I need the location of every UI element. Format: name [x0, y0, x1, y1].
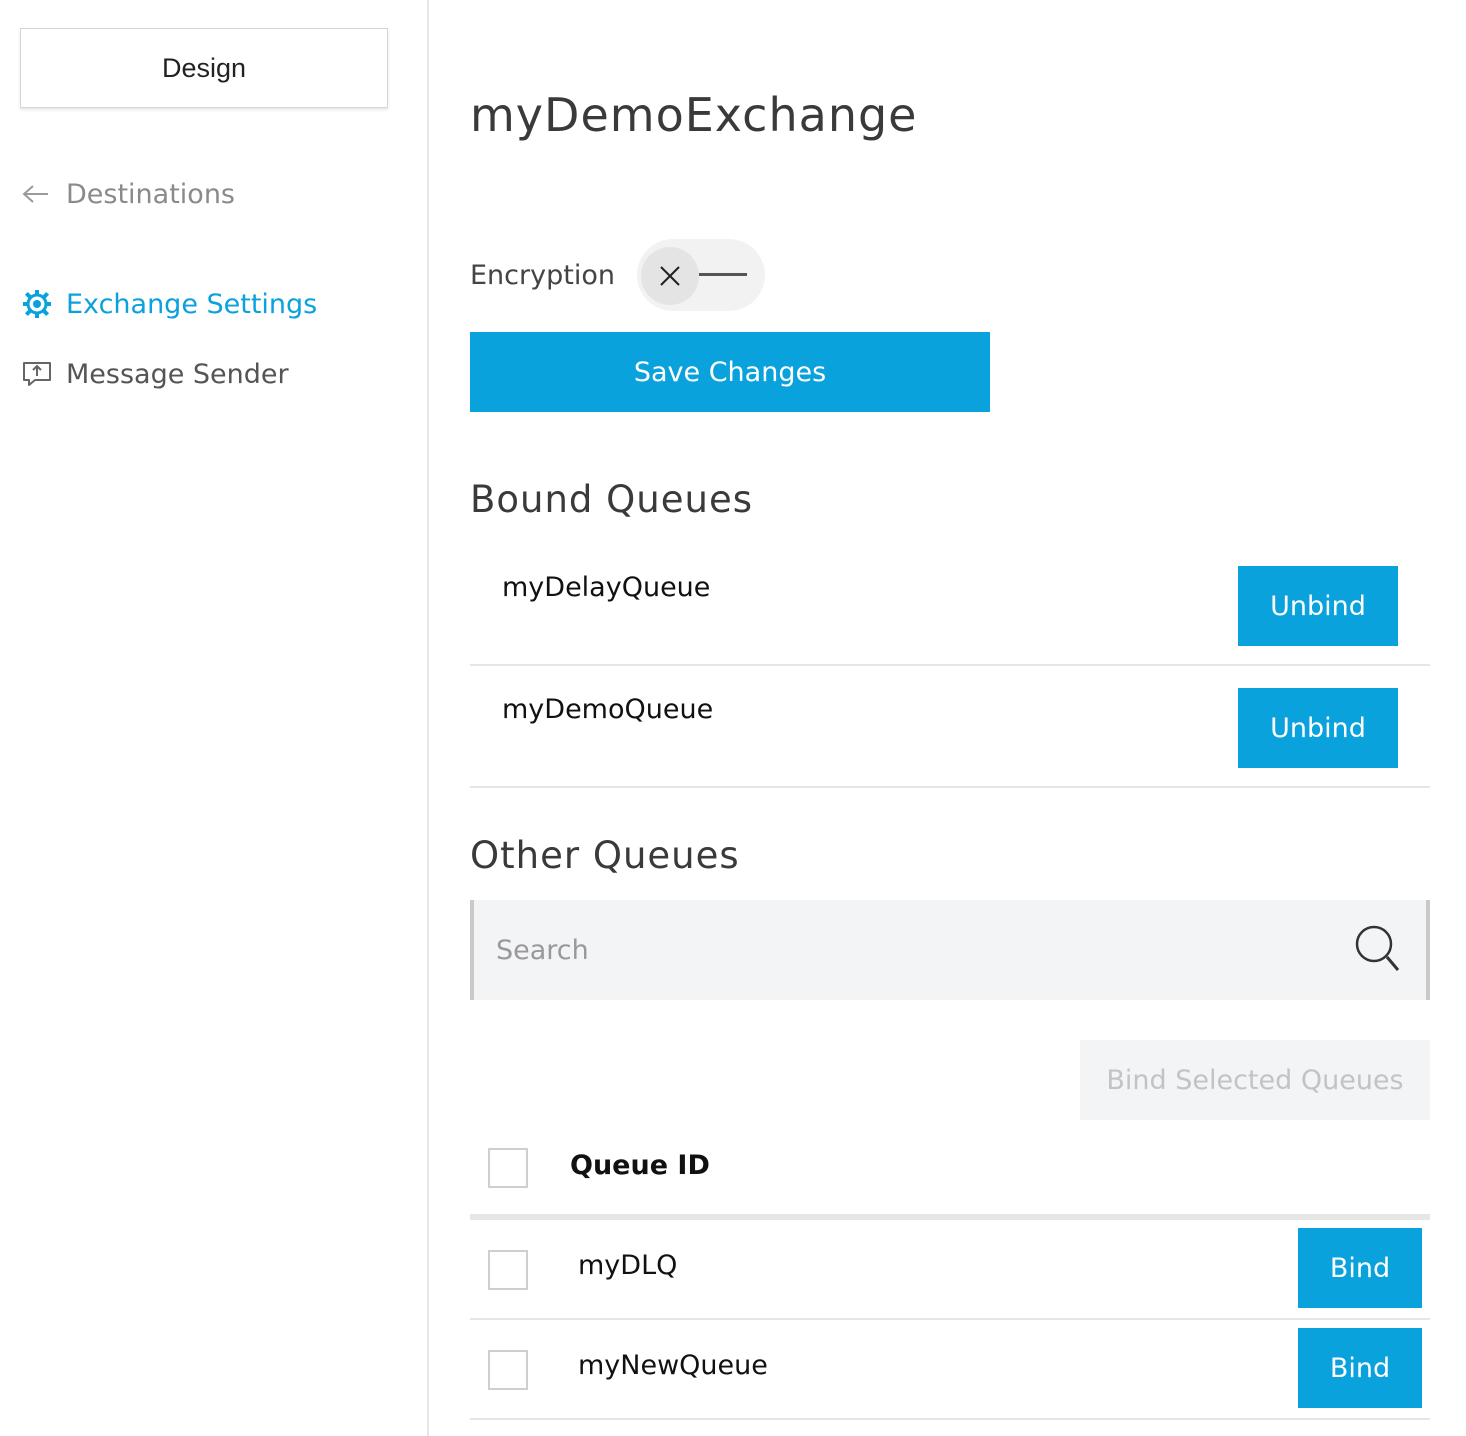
bound-queues-title: Bound Queues [470, 478, 753, 521]
column-header-queue-id: Queue ID [570, 1150, 710, 1181]
bind-button[interactable]: Bind [1298, 1228, 1422, 1308]
gear-icon [22, 289, 52, 319]
sidebar-item-label: Message Sender [66, 358, 289, 390]
queue-name: myDLQ [578, 1250, 678, 1281]
design-button-label: Design [161, 52, 247, 83]
table-row: myDLQ Bind [470, 1220, 1430, 1320]
toggle-off-indicator [698, 273, 747, 276]
search-input[interactable] [494, 900, 1334, 1000]
page-title: myDemoExchange [470, 88, 918, 142]
back-link-label: Destinations [66, 178, 236, 210]
bound-queue-row: myDemoQueue Unbind [470, 666, 1430, 788]
queue-table-header: Queue ID [470, 1130, 1430, 1214]
select-all-checkbox[interactable] [488, 1148, 528, 1188]
sidebar-item-exchange-settings[interactable]: Exchange Settings [22, 284, 317, 324]
bind-button[interactable]: Bind [1298, 1328, 1422, 1408]
sidebar-item-label: Exchange Settings [66, 288, 318, 320]
message-sender-icon [22, 359, 52, 389]
close-icon [660, 266, 680, 286]
queue-name: myDelayQueue [502, 572, 711, 603]
row-checkbox[interactable] [488, 1250, 528, 1290]
encryption-toggle[interactable] [636, 239, 765, 311]
main-content: myDemoExchange Encryption Save Changes B… [470, 0, 1430, 1436]
encryption-setting: Encryption [470, 238, 765, 312]
save-changes-button[interactable]: Save Changes [470, 332, 990, 412]
search-box [470, 900, 1430, 1000]
queue-name: myNewQueue [578, 1350, 768, 1381]
unbind-button[interactable]: Unbind [1238, 566, 1398, 646]
design-button[interactable]: Design [20, 28, 388, 108]
encryption-label: Encryption [470, 259, 615, 291]
back-to-destinations-link[interactable]: Destinations [22, 174, 235, 214]
arrow-left-icon [22, 182, 52, 206]
table-row: myNewQueue Bind [470, 1320, 1430, 1420]
toggle-knob [640, 247, 699, 305]
other-queues-title: Other Queues [470, 834, 740, 877]
unbind-button[interactable]: Unbind [1238, 688, 1398, 768]
search-icon[interactable] [1354, 924, 1402, 976]
sidebar-item-message-sender[interactable]: Message Sender [22, 354, 289, 394]
sidebar: Design Destinations Exchange Settings Me… [0, 0, 429, 1436]
bound-queue-row: myDelayQueue Unbind [470, 544, 1430, 666]
bind-selected-queues-button[interactable]: Bind Selected Queues [1080, 1040, 1430, 1120]
queue-name: myDemoQueue [502, 694, 714, 725]
row-checkbox[interactable] [488, 1350, 528, 1390]
